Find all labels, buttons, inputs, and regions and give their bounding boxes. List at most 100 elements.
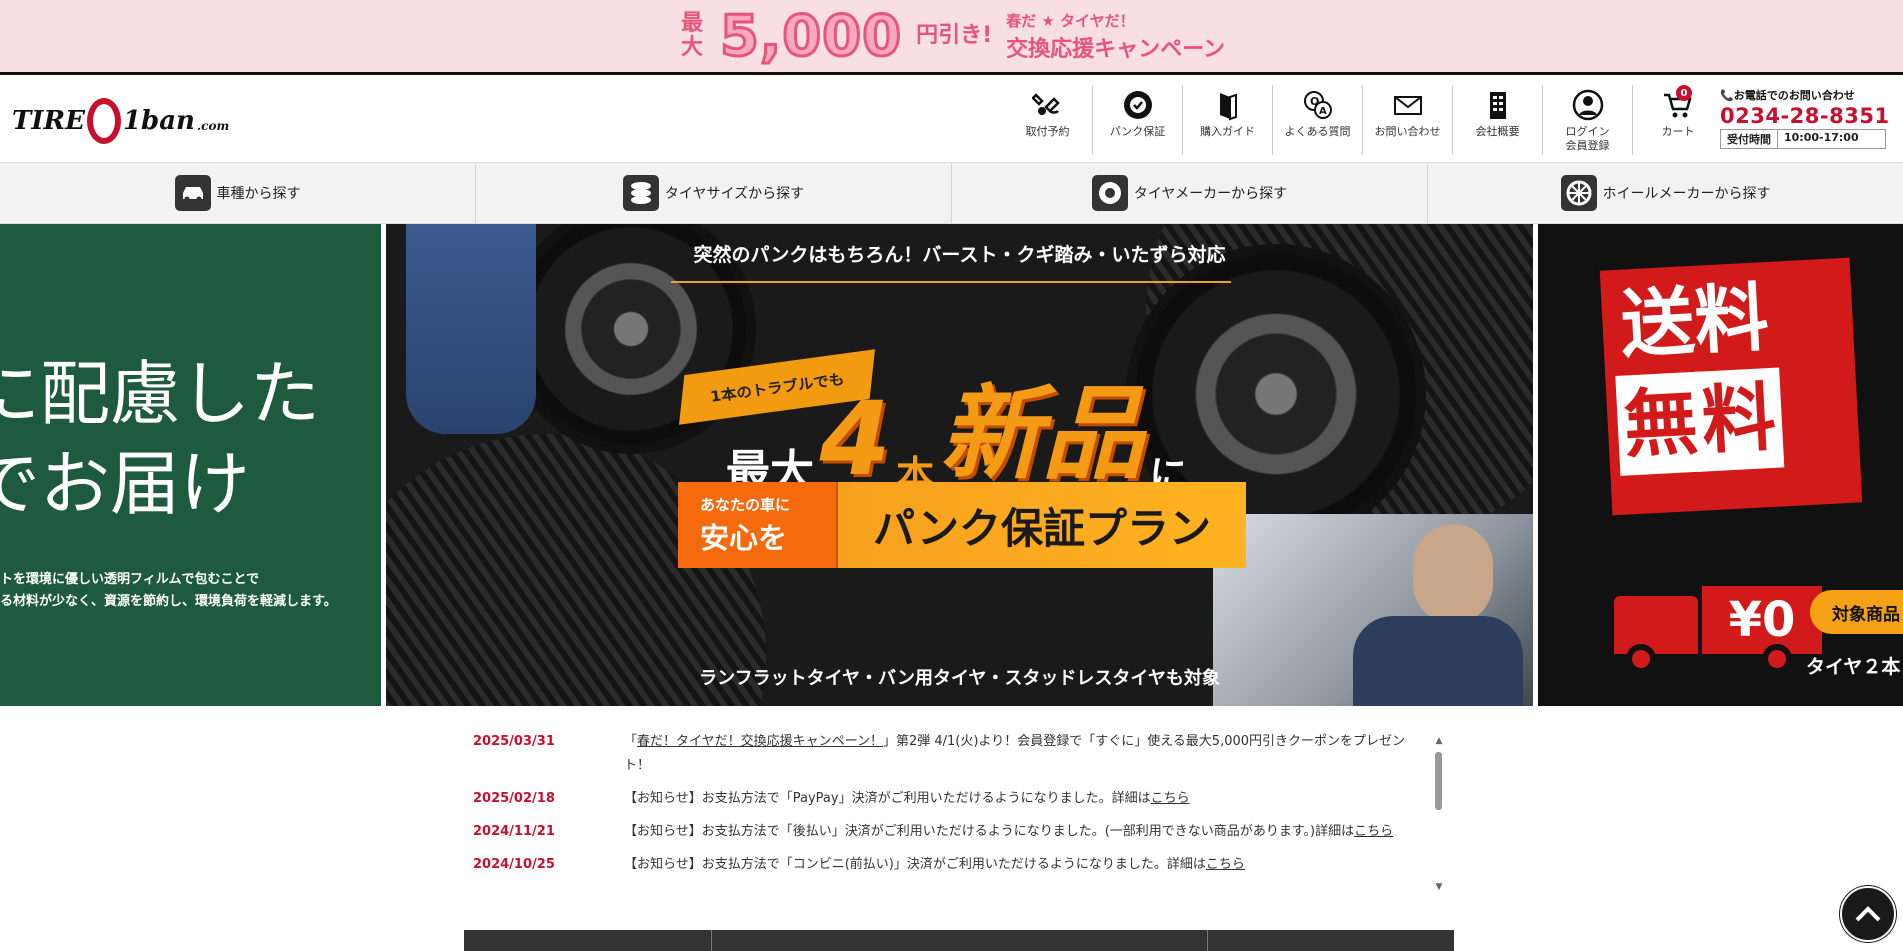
contact-phone[interactable]: 0234-28-8351 [1720,103,1898,129]
category-by-tire-size[interactable]: タイヤサイズから探す [476,163,952,223]
plan-left: あなたの車に 安心を [678,482,836,568]
news-item[interactable]: 2025/02/18 【お知らせ】お支払方法で「PayPay」決済がご利用いただ… [464,787,1444,811]
plan-title: パンク保証プラン [836,482,1246,568]
news-link[interactable]: 春だ！タイヤだ！交換応援キャンペーン！ [637,734,883,749]
user-icon [1572,89,1604,121]
slide-eco-body: トを環境に優しい透明フィルムで包むことで る材料が少なく、資源を節約し、環境負荷… [0,569,337,613]
slide-eco-line1: に配慮した [0,353,320,435]
promo-yen-off: 円引き! [916,23,993,48]
news-link[interactable]: こちら [1151,791,1190,806]
nav-cart[interactable]: 0 カート [1633,85,1723,155]
hero-carousel: に配慮した でお届け トを環境に優しい透明フィルムで包むことで る材料が少なく、… [0,224,1903,706]
hours-value: 10:00-17:00 [1784,131,1859,144]
nav-label: よくある質問 [1284,125,1351,138]
slide-headline: 突然のパンクはもちろん！バースト・クギ踏み・いたずら対応 [693,244,1226,266]
chevron-up-icon [1855,906,1881,922]
nav-label: 会社概要 [1475,125,1520,138]
category-label: ホイールメーカーから探す [1602,186,1771,202]
bottom-tab[interactable] [712,930,1208,951]
tire-check-icon [1122,89,1154,121]
nav-label: 購入ガイド [1200,125,1255,138]
free-char-1: 送 [1618,278,1697,369]
logo-tire-ring-icon [86,98,121,144]
copy-new: 新品 [939,375,1144,494]
promo-banner[interactable]: 最大 5,000 円引き! 春だ ★ タイヤだ！ 交換応援キャンペーン [0,0,1903,72]
building-icon [1482,89,1514,121]
truck-icon: ¥0 [1614,586,1824,676]
tire-stack-icon [622,175,659,211]
nav-install-reservation[interactable]: 取付予約 [1003,85,1093,155]
scroll-down-icon[interactable]: ▼ [1433,882,1445,892]
promo-amount: 5,000 [718,2,903,70]
slide-right-sub: タイヤ２本 [1806,656,1901,678]
plan-small: あなたの車に [700,495,791,514]
category-by-tire-maker[interactable]: タイヤメーカーから探す [952,163,1428,223]
hours-label: 受付時間 [1721,130,1778,148]
news-date: 2024/11/21 [473,824,555,839]
news-item[interactable]: 2024/11/21 【お知らせ】お支払方法で「後払い」決済がご利用いただけるよ… [464,820,1444,844]
category-by-car[interactable]: 車種から探す [0,163,476,223]
news-link[interactable]: こちら [1354,824,1393,839]
nav-label: パンク保証 [1109,125,1166,138]
slide-eco-packaging[interactable]: に配慮した でお届け トを環境に優しい透明フィルムで包むことで る材料が少なく、… [0,224,381,706]
tire-brand-icon [1091,175,1128,211]
bottom-tab[interactable] [464,930,712,951]
contact-hours: 受付時間 10:00-17:00 [1720,129,1886,149]
bottom-tab-bar [464,930,1454,951]
slide-divider [671,281,1231,283]
promo-subtitle: 春だ ★ タイヤだ！ [1006,11,1135,30]
back-to-top-button[interactable] [1840,886,1896,942]
news-list: 2025/03/31 「春だ！タイヤだ！交換応援キャンペーン！」第2弾 4/1(… [464,730,1444,896]
news-text: 【お知らせ】お支払方法で「後払い」決済がご利用いただけるようになりました。(一部… [624,820,1424,844]
header-nav: 取付予約 パンク保証 購入ガイド QA よくある質問 お問い合わせ 会社概要 ロ… [1003,85,1723,155]
nav-login-register[interactable]: ログイン 会員登録 [1543,85,1633,155]
news-date: 2025/02/18 [473,791,555,806]
plan-banner: あなたの車に 安心を パンク保証プラン [678,482,1246,568]
nav-purchase-guide[interactable]: 購入ガイド [1183,85,1273,155]
category-nav: 車種から探す タイヤサイズから探す タイヤメーカーから探す ホイールメーカーから… [0,163,1903,224]
nav-company[interactable]: 会社概要 [1453,85,1543,155]
slide-eco-line2: でお届け [0,443,250,525]
category-label: タイヤメーカーから探す [1133,186,1288,202]
nav-contact[interactable]: お問い合わせ [1363,85,1453,155]
contact-box: 📞お電話でのお問い合わせ 0234-28-8351 受付時間 10:00-17:… [1720,87,1898,149]
nav-faq[interactable]: QA よくある質問 [1273,85,1363,155]
scroll-up-icon[interactable]: ▲ [1433,736,1445,746]
logo-text-1ban: 1ban [122,106,195,136]
logo-text-com: .com [196,119,230,133]
target-products-button[interactable]: 対象商品 [1810,590,1903,634]
slide-free-shipping[interactable]: 送料 無料 ¥0 対象商品 タイヤ２本 [1538,224,1903,706]
category-label: タイヤサイズから探す [664,186,805,202]
logo-text-tire: TIRE [12,106,85,136]
news-text: 【お知らせ】お支払方法で「コンビニ(前払い)」決済がご利用いただけるようになりま… [624,853,1424,877]
category-by-wheel-maker[interactable]: ホイールメーカーから探す [1428,163,1903,223]
site-logo[interactable]: TIRE 1ban .com [12,97,229,145]
news-link[interactable]: こちら [1206,857,1245,872]
slide-eco-small2: る材料が少なく、資源を節約し、環境負荷を軽減します。 [0,594,337,609]
cart-count-badge: 0 [1676,85,1692,101]
slide-eco-small1: トを環境に優しい透明フィルムで包むことで [0,572,260,587]
promo-max: 最大 [680,11,703,60]
car-icon [174,175,211,211]
nav-label-register: 会員登録 [1565,139,1610,152]
news-pre: 【お知らせ】お支払方法で「コンビニ(前払い)」決済がご利用いただけるようになりま… [624,857,1206,872]
svg-text:A: A [1319,106,1327,117]
slide-main-copy: 最大 4 本 新品 に [726,352,1187,499]
news-pre: 「 [624,734,638,749]
news-text: 「春だ！タイヤだ！交換応援キャンペーン！」第2弾 4/1(火)より！会員登録で「… [624,730,1424,778]
promo-title: 交換応援キャンペーン [1006,36,1226,62]
slide-puncture-plan[interactable]: 突然のパンクはもちろん！バースト・クギ踏み・いたずら対応 1本のトラブルでも 最… [386,224,1533,706]
free-shipping-box: 送料 無料 [1599,257,1863,516]
truck-price: ¥0 [1702,586,1822,654]
news-item[interactable]: 2025/03/31 「春だ！タイヤだ！交換応援キャンペーン！」第2弾 4/1(… [464,730,1444,778]
nav-puncture-guarantee[interactable]: パンク保証 [1093,85,1183,155]
site-header: TIRE 1ban .com 取付予約 パンク保証 購入ガイド QA よくある質… [0,75,1903,163]
scroll-thumb[interactable] [1435,752,1442,810]
slide-footer-text: ランフラットタイヤ・バン用タイヤ・スタッドレスタイヤも対象 [699,668,1220,689]
nav-label: お問い合わせ [1374,125,1441,138]
news-item[interactable]: 2024/10/25 【お知らせ】お支払方法で「コンビニ(前払い)」決済がご利用… [464,853,1444,877]
news-scrollbar[interactable]: ▲ ▼ [1433,736,1445,892]
book-icon [1212,89,1244,121]
bottom-tab[interactable] [1208,930,1454,951]
plan-big: 安心を [700,520,788,555]
